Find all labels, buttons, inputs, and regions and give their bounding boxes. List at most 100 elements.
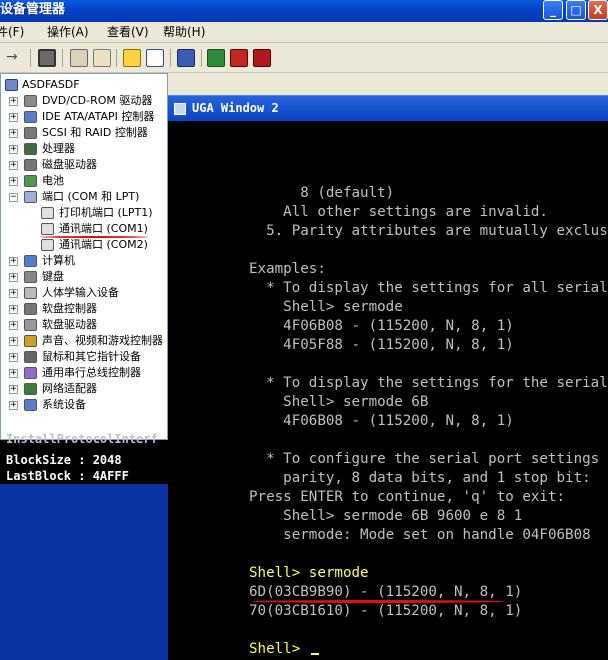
shell-output-line: Shell> sermode 6B 9600 e 8 1 <box>249 508 523 524</box>
toolbar: → <box>0 43 608 73</box>
tree-item-label: 键盘 <box>42 270 64 283</box>
expand-icon[interactable]: + <box>9 401 18 410</box>
tree-item-label: 处理器 <box>42 142 75 155</box>
close-button[interactable]: X <box>588 0 608 20</box>
expand-icon[interactable]: + <box>9 177 18 186</box>
port-icon <box>41 239 54 251</box>
device-category-icon <box>24 351 37 363</box>
toolbar-separator <box>30 49 31 67</box>
window-title: 设备管理器 <box>0 2 66 17</box>
uninstall-icon[interactable] <box>207 49 225 67</box>
tree-item-label: 人体学输入设备 <box>42 286 119 299</box>
efi-shell-screen[interactable]: 8 (default) All other settings are inval… <box>168 121 608 660</box>
tree-item-label: SCSI 和 RAID 控制器 <box>42 126 148 139</box>
forward-arrow-icon[interactable]: → <box>6 49 18 65</box>
expand-icon[interactable]: + <box>9 289 18 298</box>
expand-icon[interactable]: + <box>9 337 18 346</box>
tree-item-label: 鼠标和其它指针设备 <box>42 350 141 363</box>
tree-item-label: 端口 (COM 和 LPT) <box>42 190 140 203</box>
shell-output-line: 5. Parity attributes are mutually exclus… <box>249 223 608 239</box>
expand-icon[interactable]: + <box>9 257 18 266</box>
menu-view[interactable]: 查看(V) <box>107 25 149 39</box>
shell-output-line: * To display the settings for the serial… <box>266 375 608 391</box>
device-category-icon <box>24 319 37 331</box>
tree-item-label: 网络适配器 <box>42 382 97 395</box>
shell-output-line: 4F05F88 - (115200, N, 8, 1) <box>249 337 514 353</box>
red-underline-annotation <box>40 236 148 238</box>
tree-item-label: 电池 <box>42 174 64 187</box>
window-menu-icon[interactable] <box>174 103 186 115</box>
shell-output-line: parity, 8 data bits, and 1 stop bit: <box>249 470 591 486</box>
tree-item-label: 计算机 <box>42 254 75 267</box>
expand-icon[interactable]: + <box>9 145 18 154</box>
shell-output-line: 8 (default) <box>249 185 395 201</box>
device-tree[interactable]: ASDFASDF + DVD/CD-ROM 驱动器 + IDE ATA/ATAPI 控… <box>0 73 168 440</box>
help-icon[interactable] <box>93 49 111 67</box>
maximize-button[interactable]: □ <box>566 0 586 20</box>
menu-help[interactable]: 帮助(H) <box>163 25 205 39</box>
shell-output-line: Press ENTER to continue, 'q' to exit: <box>249 489 566 505</box>
tree-item-label: 软盘驱动器 <box>42 318 97 331</box>
menu-action[interactable]: 操作(A) <box>47 25 89 39</box>
toolbar-separator <box>201 49 202 67</box>
expand-icon[interactable]: + <box>9 321 18 330</box>
uga-window: UGA Window 2 8 (default) All other setti… <box>168 95 608 660</box>
refresh-icon[interactable] <box>70 49 88 67</box>
expand-icon[interactable]: + <box>9 305 18 314</box>
device-category-icon <box>24 255 37 267</box>
shell-output-line: 70(03CB1610) - (115200, N, 8, 1) <box>249 603 523 619</box>
device-category-icon <box>24 335 37 347</box>
console-line: LastBlock : 4AFFF <box>6 469 129 483</box>
device-category-icon <box>24 191 37 203</box>
expand-icon[interactable]: + <box>9 369 18 378</box>
expand-icon[interactable]: + <box>9 129 18 138</box>
device-category-icon <box>24 399 37 411</box>
uga-titlebar[interactable]: UGA Window 2 <box>168 95 608 121</box>
stop-icon[interactable] <box>253 49 271 67</box>
tree-item-label: 打印机端口 (LPT1) <box>59 206 153 219</box>
red-underline-annotation <box>250 600 505 603</box>
toolbar-separator <box>62 49 63 67</box>
port-icon <box>41 207 54 219</box>
properties-icon[interactable] <box>38 49 56 67</box>
expand-icon[interactable]: + <box>9 97 18 106</box>
toolbar-separator <box>170 49 171 67</box>
shell-output-line: Shell> sermode <box>249 565 369 581</box>
device-category-icon <box>24 127 37 139</box>
background-console: InstallProtocolInterf BlockSize : 2048 L… <box>0 432 168 660</box>
device-category-icon <box>24 95 37 107</box>
device-category-icon <box>24 303 37 315</box>
shell-output-line: * To configure the serial port settings … <box>249 451 608 467</box>
expand-icon[interactable]: + <box>9 273 18 282</box>
expand-icon[interactable]: + <box>9 353 18 362</box>
shell-output-line: All other settings are invalid. <box>249 204 548 220</box>
tree-item-label: 通讯端口 (COM1) <box>59 222 148 235</box>
scan-icon[interactable] <box>177 49 195 67</box>
shell-output-line: * To display the settings for all serial… <box>266 280 608 296</box>
collapse-icon[interactable]: − <box>9 193 18 202</box>
tree-item-label: 通用串行总线控制器 <box>42 366 141 379</box>
shell-output-line: Shell> sermode 6B <box>249 394 429 410</box>
disable-icon[interactable] <box>230 49 248 67</box>
view-icon[interactable] <box>123 49 141 67</box>
uga-window-title: UGA Window 2 <box>192 101 279 115</box>
menu-file[interactable]: 件(F) <box>0 25 24 39</box>
device-category-icon <box>24 383 37 395</box>
print-icon[interactable] <box>146 49 164 67</box>
console-line: BlockSize : 2048 <box>6 453 122 467</box>
shell-output-line: Examples: <box>249 261 326 277</box>
expand-icon[interactable]: + <box>9 113 18 122</box>
expand-icon[interactable]: + <box>9 161 18 170</box>
console-output: InstallProtocolInterf BlockSize : 2048 L… <box>0 432 168 484</box>
device-category-icon <box>24 287 37 299</box>
device-category-icon <box>24 175 37 187</box>
text-cursor <box>310 653 319 655</box>
device-manager-titlebar[interactable]: 设备管理器 _ □ X <box>0 0 608 22</box>
device-category-icon <box>24 367 37 379</box>
minimize-button[interactable]: _ <box>543 0 563 20</box>
expand-icon[interactable]: + <box>9 385 18 394</box>
tree-item-label: 声音、视频和游戏控制器 <box>42 334 163 347</box>
tree-item-label: 系统设备 <box>42 398 86 411</box>
toolbar-separator <box>116 49 117 67</box>
tree-item-label: DVD/CD-ROM 驱动器 <box>42 94 153 107</box>
